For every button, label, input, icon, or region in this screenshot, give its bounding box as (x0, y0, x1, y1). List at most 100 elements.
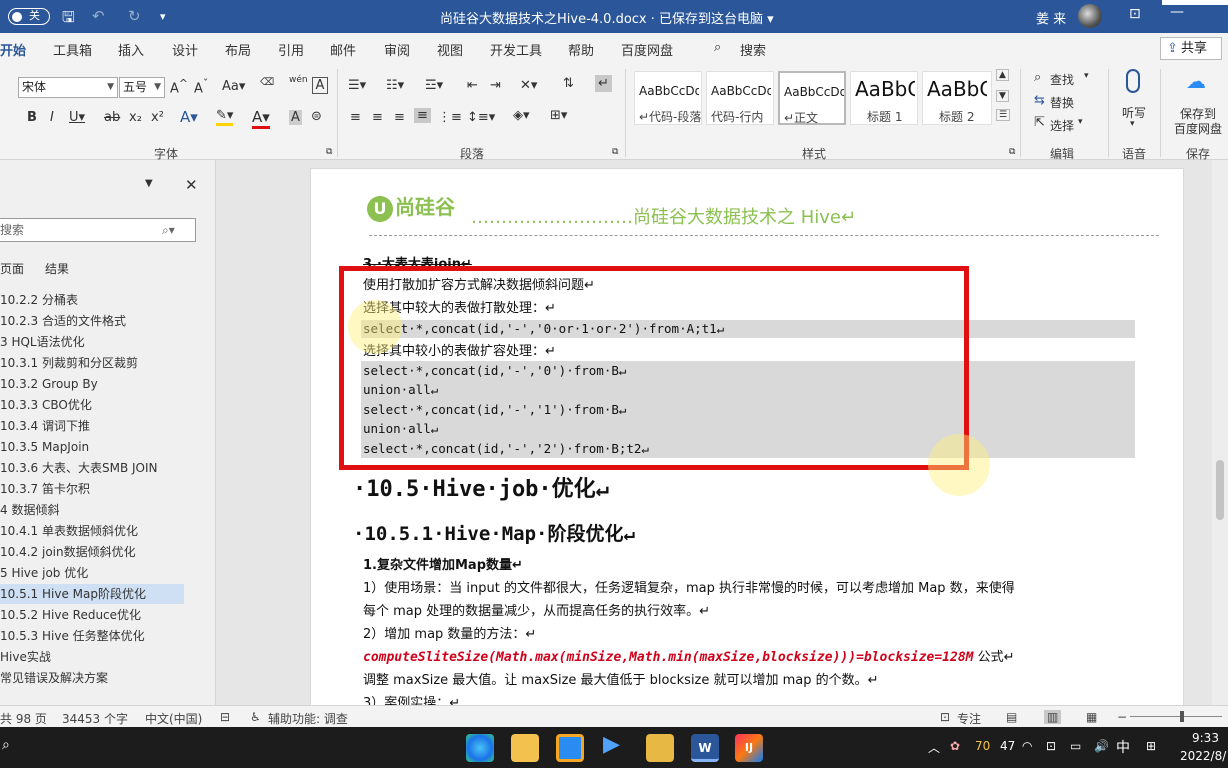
grow-font-icon[interactable]: A^ (170, 77, 188, 96)
dialog-launcher-icon[interactable]: ⧉ (1009, 147, 1015, 157)
clock-time[interactable]: 9:33 (1192, 731, 1219, 745)
language[interactable]: 中文(中国) (145, 710, 202, 727)
word-count[interactable]: 34453 个字 (62, 710, 128, 727)
tab-baidu[interactable]: 百度网盘 (621, 40, 673, 59)
file-explorer-icon[interactable] (511, 734, 539, 762)
superscript-icon[interactable]: x² (151, 110, 164, 125)
formula-line[interactable]: computeSliteSize(Math.max(minSize,Math.m… (363, 646, 1015, 665)
search-icon[interactable]: ⌕ (714, 40, 721, 55)
strikethrough-icon[interactable]: ab (104, 110, 120, 125)
tab-toolbox[interactable]: 工具箱 (53, 40, 92, 59)
clock-date[interactable]: 2022/8/ (1180, 749, 1226, 763)
select-button[interactable]: 选择 (1050, 117, 1074, 134)
doc-text-line[interactable]: 调整 maxSize 最大值。让 maxSize 最大值低于 blocksize… (363, 669, 879, 688)
show-marks-icon[interactable]: ↵ (595, 75, 612, 92)
sort-icon[interactable]: ⇅ (563, 76, 574, 91)
intellij-icon[interactable]: IJ (735, 734, 763, 762)
zoom-out-icon[interactable]: − (1117, 710, 1127, 724)
tab-view[interactable]: 视图 (437, 40, 463, 59)
nav-heading-item[interactable]: Hive实战 (0, 647, 184, 667)
align-left-icon[interactable]: ≡ (350, 110, 361, 125)
style-heading-2[interactable]: AaBbC 标题 2 (922, 71, 992, 125)
bullets-icon[interactable]: ☰▾ (348, 78, 366, 93)
focus-icon[interactable]: ⊡ (940, 710, 950, 724)
nav-heading-item[interactable]: 常见错误及解决方案 (0, 668, 184, 688)
dialog-launcher-icon[interactable]: ⧉ (326, 147, 332, 157)
heading-10-5-1[interactable]: ·10.5.1·Hive·Map·阶段优化↵ (353, 519, 635, 546)
accessibility-status[interactable]: 辅助功能: 调查 (268, 710, 348, 727)
terminal-icon[interactable]: ▶ (603, 732, 620, 757)
page-count[interactable]: 共 98 页 (0, 710, 47, 727)
ribbon-display-icon[interactable]: ⊡ (1129, 6, 1141, 22)
nav-heading-item[interactable]: 10.3.4 谓词下推 (0, 416, 184, 436)
customize-qat-icon[interactable]: ▾ (160, 10, 166, 23)
nav-heading-item[interactable]: 10.4.1 单表数据倾斜优化 (0, 521, 184, 541)
autosave-toggle[interactable]: 关 (8, 8, 50, 25)
tell-me-search[interactable]: 搜索 (740, 40, 766, 59)
folder-icon[interactable] (646, 734, 674, 762)
search-icon[interactable]: ⌕ (2, 737, 10, 753)
user-name[interactable]: 姜 来 (1036, 8, 1066, 27)
doc-text-line[interactable]: 每个 map 处理的数据量减少，从而提高任务的执行效率。↵ (363, 600, 710, 619)
macro-icon[interactable]: ⊟ (220, 710, 230, 724)
styles-scroll-up-icon[interactable]: ▲ (996, 69, 1009, 81)
nav-heading-item[interactable]: 10.5.2 Hive Reduce优化 (0, 605, 184, 625)
distributed-icon[interactable]: ⋮≡ (438, 110, 462, 125)
tab-developer[interactable]: 开发工具 (490, 40, 542, 59)
network-icon[interactable]: ⊡ (1046, 739, 1056, 753)
battery-icon[interactable]: ▭ (1070, 739, 1081, 753)
ime-indicator[interactable]: 中 (1116, 737, 1130, 757)
nav-heading-item[interactable]: 10.5.1 Hive Map阶段优化 (0, 584, 184, 604)
justify-icon[interactable]: ≡ (414, 108, 431, 123)
tab-mailings[interactable]: 邮件 (330, 40, 356, 59)
chevron-down-icon[interactable]: ▼ (145, 178, 153, 189)
nav-heading-item[interactable]: 10.4.2 join数据倾斜优化 (0, 542, 184, 562)
numbering-icon[interactable]: ☷▾ (386, 78, 404, 93)
nav-heading-item[interactable]: 3 HQL语法优化 (0, 332, 184, 352)
web-layout-icon[interactable]: ▦ (1086, 710, 1097, 724)
borders-icon[interactable]: ⊞▾ (550, 108, 567, 123)
align-center-icon[interactable]: ≡ (372, 110, 383, 125)
styles-scroll-down-icon[interactable]: ▼ (996, 90, 1009, 102)
nav-heading-item[interactable]: 10.3.6 大表、大表SMB JOIN (0, 458, 184, 478)
chevron-down-icon[interactable]: ▾ (1130, 119, 1135, 129)
close-icon[interactable]: ✕ (185, 176, 198, 194)
style-heading-1[interactable]: AaBbC 标题 1 (850, 71, 918, 125)
phonetic-guide-icon[interactable]: wén (289, 75, 308, 85)
nav-heading-item[interactable]: 10.3.7 笛卡尔积 (0, 479, 184, 499)
avatar[interactable] (1078, 4, 1102, 28)
word-icon[interactable]: W (691, 734, 719, 762)
edge-icon[interactable] (466, 734, 494, 762)
save-icon[interactable]: 🖫 (62, 7, 75, 32)
align-right-icon[interactable]: ≡ (394, 110, 405, 125)
zoom-slider-thumb[interactable] (1180, 711, 1184, 722)
enclose-char-icon[interactable]: ⊜ (311, 109, 322, 124)
nav-heading-item[interactable]: 10.3.3 CBO优化 (0, 395, 184, 415)
nav-heading-item[interactable]: 10.2.3 合适的文件格式 (0, 311, 184, 331)
tab-help[interactable]: 帮助 (568, 40, 594, 59)
find-icon[interactable]: ⌕ (1034, 70, 1041, 85)
tab-layout[interactable]: 布局 (225, 40, 251, 59)
sub-heading[interactable]: 1.复杂文件增加Map数量↵ (363, 554, 523, 573)
shrink-font-icon[interactable]: Aˇ (194, 77, 208, 96)
subscript-icon[interactable]: x₂ (129, 110, 142, 125)
search-icon[interactable]: ⌕▾ (162, 219, 175, 241)
redo-icon[interactable]: ↻ (128, 7, 141, 25)
chevron-down-icon[interactable]: ▾ (1084, 71, 1089, 81)
nav-search-input[interactable]: 搜索 ⌕▾ (0, 218, 196, 242)
char-border-icon[interactable]: A (312, 77, 328, 94)
volume-icon[interactable]: 🔊 (1094, 739, 1109, 753)
accessibility-icon[interactable]: ♿ (250, 710, 261, 724)
microphone-icon[interactable] (1126, 69, 1140, 93)
dialog-launcher-icon[interactable]: ⧉ (612, 147, 618, 157)
scrollbar-thumb[interactable] (1216, 460, 1224, 520)
read-mode-icon[interactable]: ▤ (1006, 710, 1017, 724)
undo-icon[interactable]: ↶ (92, 7, 105, 25)
headset-icon[interactable]: ◠ (1022, 739, 1032, 753)
minimize-icon[interactable]: — (1170, 4, 1184, 20)
styles-more-icon[interactable]: ☰ (996, 109, 1011, 121)
tab-design[interactable]: 设计 (172, 40, 198, 59)
doc-text-line[interactable]: 2）增加 map 数量的方法：↵ (363, 623, 536, 642)
char-shading-icon[interactable]: A (289, 110, 302, 125)
tab-references[interactable]: 引用 (278, 40, 304, 59)
